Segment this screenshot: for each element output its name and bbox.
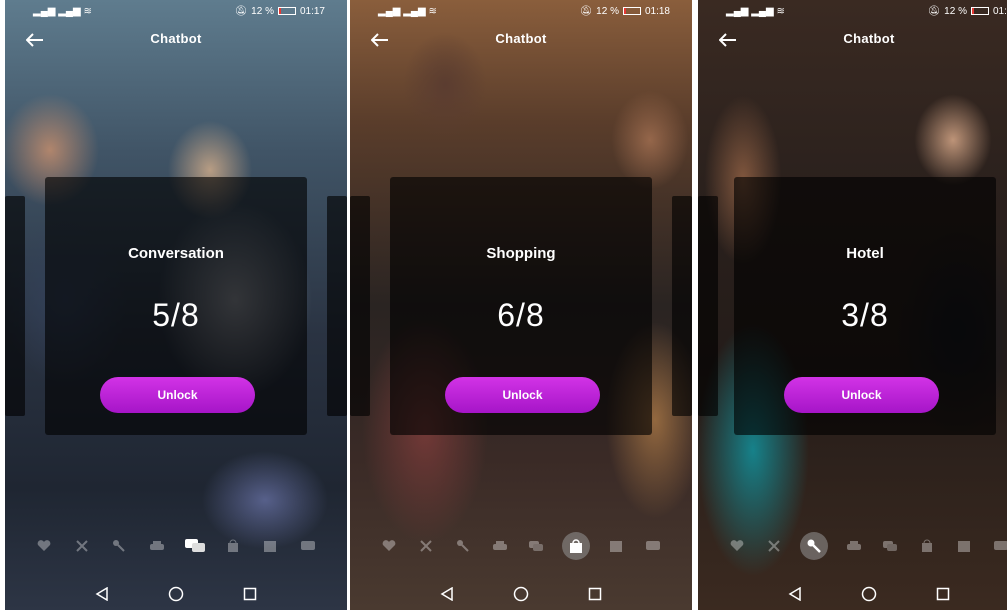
- topic-card: Hotel 3/8 Unlock: [734, 177, 996, 435]
- chat-bubbles-icon[interactable]: [525, 535, 547, 557]
- clock: 01:18: [644, 5, 670, 17]
- shopping-bag-icon[interactable]: [916, 535, 938, 557]
- top-bar: Chatbot: [5, 28, 347, 52]
- page-title: Chatbot: [495, 31, 547, 46]
- top-bar: Chatbot: [698, 28, 1007, 52]
- status-bar: ▂▄▆ ▂▄▆ ≋ 🔕︎ 12 % 01:16: [698, 0, 1007, 22]
- topic-title: Shopping: [486, 245, 556, 262]
- signal-icons: ▂▄▆ ▂▄▆ ≋: [33, 5, 92, 17]
- car-icon[interactable]: [146, 535, 168, 557]
- system-nav-bar: [350, 582, 692, 606]
- system-nav-bar: [698, 582, 1007, 606]
- signal-icons: ▂▄▆ ▂▄▆ ≋: [378, 5, 437, 17]
- nav-recents-icon[interactable]: [933, 584, 953, 604]
- next-card-peek[interactable]: [672, 196, 692, 416]
- heart-icon[interactable]: [726, 535, 748, 557]
- topic-progress: 6/8: [497, 297, 545, 333]
- system-nav-bar: [5, 582, 347, 606]
- topic-title: Hotel: [846, 245, 884, 262]
- nav-back-icon[interactable]: [437, 584, 457, 604]
- heart-icon[interactable]: [33, 535, 55, 557]
- topic-card: Conversation 5/8 Unlock: [45, 177, 307, 435]
- top-bar: Chatbot: [350, 28, 692, 52]
- topic-tab-bar: [698, 532, 1007, 560]
- battery-percent: 12 %: [596, 5, 619, 17]
- next-card-peek[interactable]: [327, 196, 347, 416]
- calendar-icon[interactable]: [605, 535, 627, 557]
- battery-icon: [622, 7, 641, 15]
- topic-tab-bar: [350, 532, 692, 560]
- bus-icon[interactable]: [297, 535, 319, 557]
- unlock-button[interactable]: Unlock: [100, 377, 255, 413]
- page-title: Chatbot: [150, 31, 202, 46]
- car-icon[interactable]: [843, 535, 865, 557]
- nav-home-icon[interactable]: [511, 584, 531, 604]
- phone-screen-hotel: ▂▄▆ ▂▄▆ ≋ 🔕︎ 12 % 01:16 Chatbot Hotel 3/…: [698, 0, 1007, 610]
- chat-bubbles-icon[interactable]: [184, 535, 206, 557]
- battery-percent: 12 %: [251, 5, 274, 17]
- clock: 01:16: [992, 5, 1007, 17]
- nav-back-icon[interactable]: [785, 584, 805, 604]
- key-icon[interactable]: [108, 535, 130, 557]
- shopping-bag-icon[interactable]: [222, 535, 244, 557]
- cutlery-icon[interactable]: [763, 535, 785, 557]
- battery-icon: [970, 7, 989, 15]
- status-bar: ▂▄▆ ▂▄▆ ≋ 🔕︎ 12 % 01:17: [5, 0, 347, 22]
- previous-card-peek[interactable]: [5, 196, 25, 416]
- battery-icon: [277, 7, 296, 15]
- nav-back-icon[interactable]: [92, 584, 112, 604]
- cutlery-icon[interactable]: [415, 535, 437, 557]
- phone-screen-conversation: ▂▄▆ ▂▄▆ ≋ 🔕︎ 12 % 01:17 Chatbot Conversa…: [5, 0, 347, 610]
- unlock-button[interactable]: Unlock: [784, 377, 939, 413]
- nav-recents-icon[interactable]: [585, 584, 605, 604]
- nav-recents-icon[interactable]: [240, 584, 260, 604]
- cutlery-icon[interactable]: [71, 535, 93, 557]
- mute-icon: 🔕︎: [234, 5, 248, 17]
- previous-card-peek[interactable]: [350, 196, 370, 416]
- topic-title: Conversation: [128, 245, 224, 262]
- chat-bubbles-icon[interactable]: [879, 535, 901, 557]
- key-icon[interactable]: [799, 532, 828, 560]
- unlock-button[interactable]: Unlock: [445, 377, 600, 413]
- page-title: Chatbot: [843, 31, 895, 46]
- key-icon[interactable]: [452, 535, 474, 557]
- clock: 01:17: [299, 5, 325, 17]
- topic-tab-bar: [5, 534, 347, 558]
- signal-icons: ▂▄▆ ▂▄▆ ≋: [726, 5, 785, 17]
- status-bar: ▂▄▆ ▂▄▆ ≋ 🔕︎ 12 % 01:18: [350, 0, 692, 22]
- mute-icon: 🔕︎: [927, 5, 941, 17]
- bus-icon[interactable]: [990, 535, 1007, 557]
- shopping-bag-icon[interactable]: [562, 532, 591, 560]
- previous-card-peek[interactable]: [698, 196, 718, 416]
- mute-icon: 🔕︎: [579, 5, 593, 17]
- car-icon[interactable]: [489, 535, 511, 557]
- calendar-icon[interactable]: [259, 535, 281, 557]
- topic-card: Shopping 6/8 Unlock: [390, 177, 652, 435]
- battery-percent: 12 %: [944, 5, 967, 17]
- heart-icon[interactable]: [378, 535, 400, 557]
- topic-progress: 5/8: [152, 297, 200, 333]
- calendar-icon[interactable]: [953, 535, 975, 557]
- nav-home-icon[interactable]: [166, 584, 186, 604]
- bus-icon[interactable]: [642, 535, 664, 557]
- nav-home-icon[interactable]: [859, 584, 879, 604]
- phone-screen-shopping: ▂▄▆ ▂▄▆ ≋ 🔕︎ 12 % 01:18 Chatbot Shopping…: [350, 0, 692, 610]
- topic-progress: 3/8: [841, 297, 889, 333]
